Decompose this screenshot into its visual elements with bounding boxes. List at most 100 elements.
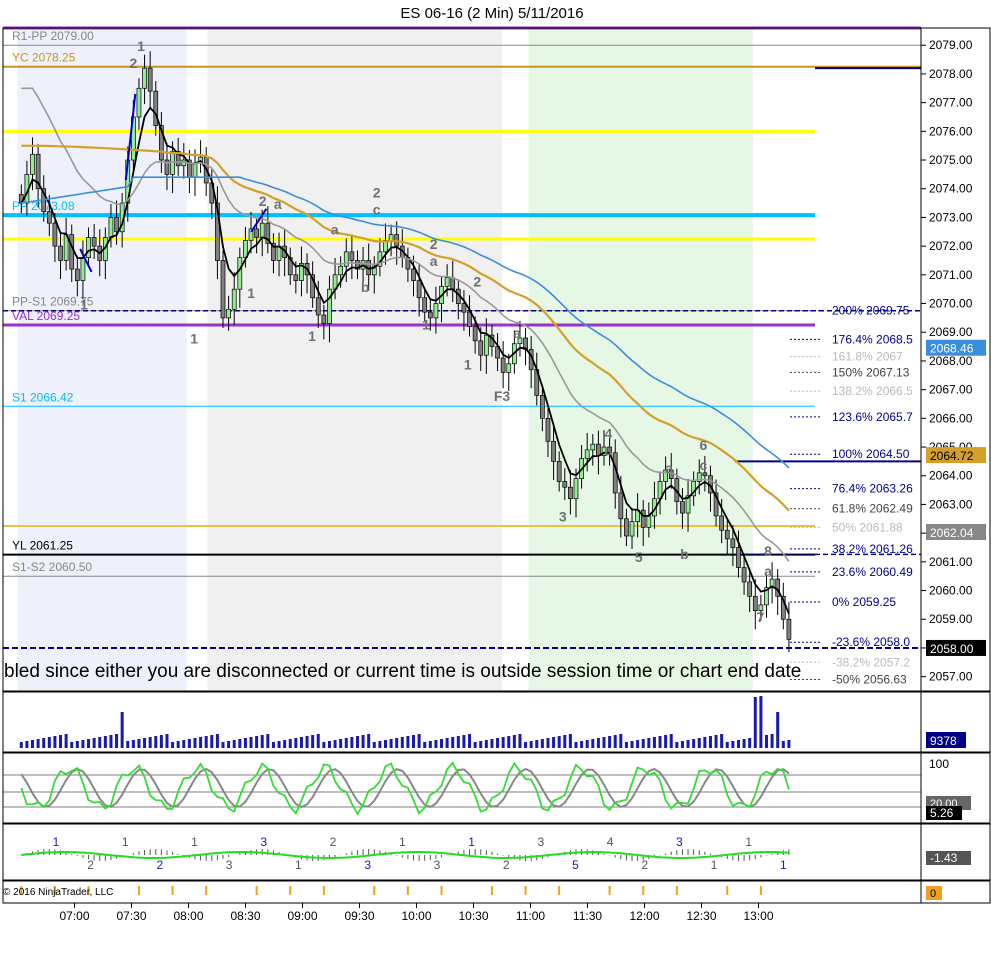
candle-body	[226, 308, 231, 319]
volume-bar	[64, 734, 68, 748]
volume-bar	[210, 735, 214, 748]
stoch-k-line	[20, 761, 790, 816]
volume-bar	[546, 738, 550, 748]
price-tick-label: 2070.00	[929, 297, 973, 311]
volume-bar	[327, 741, 331, 748]
candle-body	[786, 618, 792, 640]
wave-label: 2	[259, 193, 267, 209]
volume-bar	[613, 735, 617, 748]
wave-label: 1	[464, 357, 472, 373]
price-tick-label: 2073.00	[929, 210, 973, 224]
volume-bar	[574, 742, 578, 748]
volume-bar	[103, 736, 107, 748]
wave-label: 1	[190, 331, 198, 347]
candle-body	[46, 211, 52, 224]
macd-count-label: 2	[330, 835, 337, 849]
volume-bar	[630, 741, 634, 748]
connection-message: bled since either you are disconnected o…	[4, 661, 801, 682]
candle-body	[741, 567, 747, 583]
volume-bar	[535, 740, 539, 748]
wave-label: 5	[635, 549, 643, 565]
volume-bar	[725, 742, 729, 748]
volume-bar	[154, 736, 158, 748]
fib-label: 161.8% 2067	[832, 350, 903, 364]
volume-bar	[759, 696, 763, 748]
volume-bar	[299, 737, 303, 748]
price-tick-label: 2078.00	[929, 67, 973, 81]
volume-bar	[753, 697, 757, 748]
signal-tick	[726, 886, 729, 895]
volume-bar	[602, 737, 606, 748]
macd-count-label: 4	[607, 835, 614, 849]
volume-bar	[456, 736, 460, 748]
volume-bar	[781, 741, 785, 748]
volume-bar	[126, 741, 130, 748]
stochastics-panel[interactable]: 10020.005.26	[3, 757, 971, 820]
fib-label: -50% 2056.63	[832, 673, 907, 687]
candle-body	[747, 581, 753, 597]
volume-bar	[652, 737, 656, 748]
volume-bar	[238, 739, 242, 748]
time-tick-label: 07:00	[59, 909, 89, 923]
wave-label: a	[430, 253, 438, 269]
volume-bar	[490, 739, 494, 748]
time-axis: 07:00 07:30 08:00 08:30 09:00 09:30 10:00 10:30…	[59, 903, 774, 923]
volume-bar	[731, 741, 735, 748]
candle-body	[136, 87, 142, 118]
candle-body	[192, 162, 198, 178]
volume-bar	[288, 739, 292, 748]
volume-bar	[675, 742, 679, 748]
macd-count-label: 2	[641, 858, 648, 872]
price-tick-label: 2057.00	[929, 670, 973, 684]
candle-body	[74, 268, 80, 281]
wave-label: 1	[247, 285, 255, 301]
price-marker-label: 2064.72	[930, 449, 974, 463]
candle-body	[293, 274, 299, 281]
volume-panel[interactable]: 9378	[19, 696, 966, 748]
time-tick-label: 09:30	[344, 909, 374, 923]
volume-bar	[462, 735, 466, 748]
copyright-text: © 2016 NinjaTrader, LLC	[3, 887, 113, 898]
signal-tick	[675, 886, 678, 895]
macd-count-label: 3	[676, 835, 683, 849]
volume-bar	[770, 734, 774, 748]
wave-label: 8	[764, 543, 772, 559]
volume-bar	[115, 734, 119, 748]
candle-body	[231, 288, 237, 310]
candle-body	[483, 334, 489, 356]
macd-panel[interactable]: 1 2 1 2 1 3 3 1 2 3 1 3 1 2 3 5 4 2 3 1 1 1 -1.43	[21, 835, 971, 872]
volume-bar	[664, 735, 668, 748]
volume-bar	[428, 741, 432, 748]
price-marker-label: 2068.46	[930, 342, 974, 356]
fib-label: 100% 2064.50	[832, 447, 910, 461]
volume-bar	[697, 738, 701, 748]
volume-bar	[624, 742, 628, 748]
stoch-tick-label: 100	[929, 757, 949, 771]
volume-bar	[395, 738, 399, 748]
candle-body	[506, 363, 512, 373]
candle-body	[58, 245, 63, 261]
candle-body	[724, 529, 730, 540]
wave-label: 2	[130, 55, 138, 71]
volume-bar	[47, 737, 51, 748]
candle-body	[315, 297, 321, 316]
wave-label: c	[373, 202, 381, 218]
macd-count-label: 1	[295, 858, 302, 872]
fib-label: 76.4% 2063.26	[832, 482, 913, 496]
candle-body	[80, 257, 86, 281]
panel-frame	[2, 752, 922, 824]
volume-bar	[647, 738, 651, 748]
main-price-panel[interactable]: 2079.00 2078.00 2077.00 2076.00 2075.00 2074.…	[3, 26, 986, 690]
volume-bar	[171, 742, 175, 748]
fib-label: 61.8% 2062.49	[832, 502, 913, 516]
signal-strip-panel[interactable]: 0	[20, 886, 942, 900]
volume-bar	[540, 739, 544, 748]
candle-body	[220, 260, 226, 319]
candle-body	[562, 481, 568, 488]
time-tick-label: 13:00	[743, 909, 773, 923]
macd-count-label: 3	[537, 835, 544, 849]
candle-body	[545, 417, 551, 442]
candle-body	[422, 297, 428, 313]
volume-bar	[215, 734, 219, 748]
wave-label: 3	[559, 509, 567, 525]
